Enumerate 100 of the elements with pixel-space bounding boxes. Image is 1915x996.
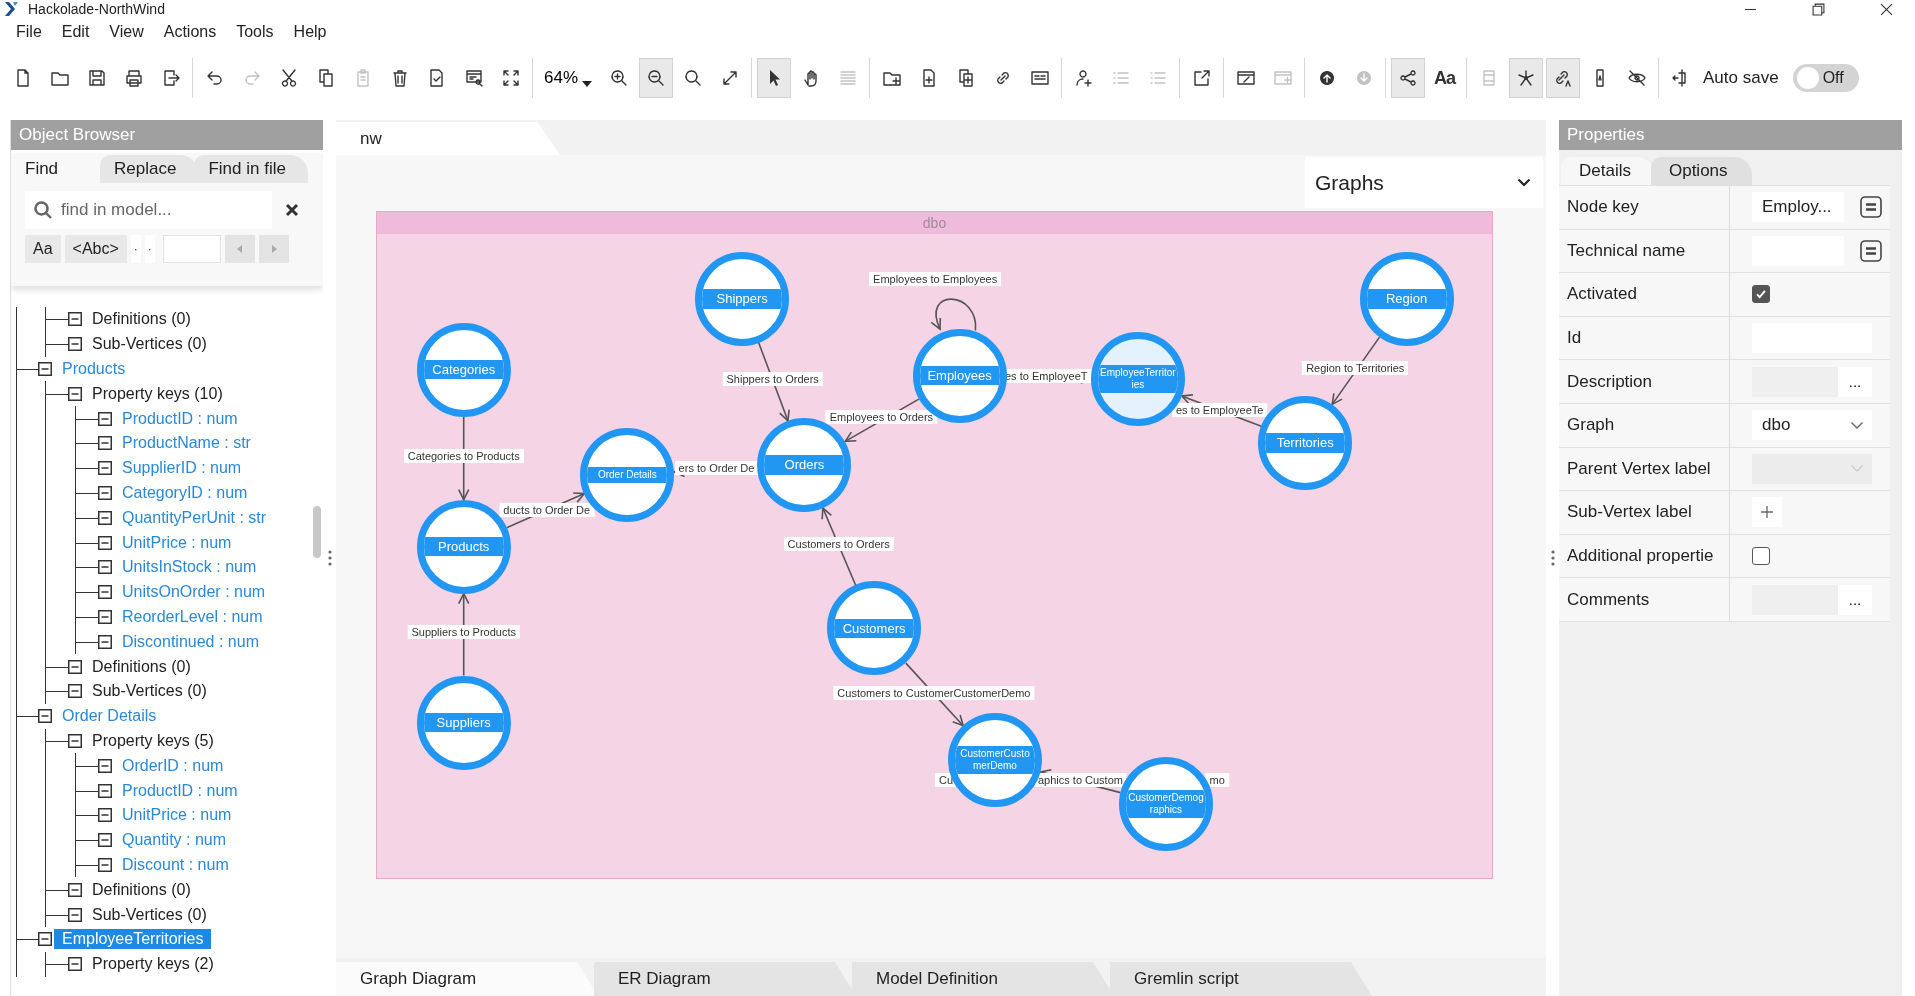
- tree-group-item[interactable]: Sub-Vertices (0): [92, 904, 207, 925]
- vertex-label: Orders: [764, 455, 845, 475]
- collapse-toggle[interactable]: [98, 436, 112, 451]
- list-icon[interactable]: [1860, 239, 1882, 262]
- tree-vertex-item[interactable]: EmployeeTerritories: [54, 929, 212, 950]
- tree-property-item[interactable]: OrderID : num: [122, 755, 224, 776]
- collapse-toggle[interactable]: [68, 684, 82, 699]
- document-tab[interactable]: nw: [336, 122, 560, 155]
- checkbox[interactable]: [1752, 547, 1770, 566]
- search-option-button[interactable]: ·: [130, 235, 141, 263]
- find-tab[interactable]: Find in file: [194, 155, 308, 183]
- collapse-toggle[interactable]: [38, 932, 52, 947]
- tree-property-item[interactable]: ProductID : num: [122, 408, 238, 429]
- menu-item[interactable]: Actions: [153, 23, 227, 41]
- more-button[interactable]: ...: [1838, 584, 1872, 615]
- tree-vertex-item[interactable]: Products: [62, 359, 126, 379]
- diagram-tab[interactable]: Gremlin script: [1110, 962, 1372, 996]
- vertex-label: Shippers: [702, 288, 783, 309]
- collapse-toggle[interactable]: [68, 733, 82, 748]
- collapse-toggle[interactable]: [98, 485, 112, 500]
- toolbar-button[interactable]: [1508, 58, 1543, 98]
- vertex-label: Region: [1366, 288, 1447, 309]
- collapse-toggle[interactable]: [98, 560, 112, 575]
- close-icon[interactable]: [1880, 2, 1893, 16]
- tree-group-item[interactable]: Definitions (0): [92, 309, 191, 330]
- input-field[interactable]: [162, 235, 221, 263]
- graphs-dropdown[interactable]: Graphs: [1305, 157, 1543, 208]
- menu-item[interactable]: View: [99, 23, 154, 41]
- collapse-toggle[interactable]: [68, 337, 82, 352]
- tree-property-item[interactable]: Quantity : num: [122, 830, 227, 851]
- collapse-toggle[interactable]: [98, 609, 112, 624]
- toolbar-button[interactable]: [1545, 58, 1580, 98]
- menu-item[interactable]: Tools: [226, 23, 284, 41]
- tree-property-item[interactable]: SupplierID : num: [122, 458, 242, 479]
- list-icon[interactable]: [1860, 196, 1882, 219]
- menu-item[interactable]: Edit: [51, 23, 100, 41]
- search-option-button[interactable]: Aa: [25, 235, 61, 263]
- toolbar-button[interactable]: [756, 58, 791, 98]
- search-option-button[interactable]: <Abc>: [64, 235, 127, 263]
- select-field[interactable]: dbo: [1752, 410, 1872, 441]
- collapse-toggle[interactable]: [98, 783, 112, 798]
- tree-property-item[interactable]: UnitsInStock : num: [122, 557, 257, 578]
- collapse-toggle[interactable]: [68, 312, 82, 327]
- collapse-toggle[interactable]: [68, 882, 82, 897]
- tree-property-item[interactable]: QuantityPerUnit : str: [122, 507, 267, 528]
- collapse-toggle[interactable]: [68, 907, 82, 922]
- toolbar-button[interactable]: [638, 58, 673, 98]
- tree-group-item[interactable]: Definitions (0): [92, 656, 191, 677]
- collapse-toggle[interactable]: [98, 510, 112, 525]
- font-style-button[interactable]: Aa: [1427, 58, 1462, 98]
- splitter-handle-icon[interactable]: [1550, 550, 1555, 566]
- tree-property-item[interactable]: CategoryID : num: [122, 482, 248, 503]
- menu-item[interactable]: Help: [283, 23, 337, 41]
- tree-group-item[interactable]: Definitions (0): [92, 879, 191, 900]
- search-option-button[interactable]: ·: [144, 235, 155, 263]
- tree-property-item[interactable]: UnitPrice : num: [122, 805, 232, 826]
- tree-property-item[interactable]: ProductID : num: [122, 780, 238, 801]
- collapse-toggle[interactable]: [98, 634, 112, 649]
- edge-label: ducts to Order De: [499, 503, 595, 517]
- collapse-toggle[interactable]: [68, 659, 82, 674]
- checkbox[interactable]: [1752, 285, 1770, 304]
- add-button[interactable]: [1752, 497, 1782, 528]
- tree-group-item[interactable]: Property keys (2): [92, 954, 214, 975]
- properties-tab[interactable]: Options: [1650, 157, 1752, 185]
- zoom-select[interactable]: 64%: [536, 58, 601, 98]
- scrollbar-thumb[interactable]: [313, 506, 321, 558]
- tree-group-item[interactable]: Sub-Vertices (0): [92, 681, 207, 702]
- collapse-toggle[interactable]: [38, 362, 52, 376]
- tree-group-item[interactable]: Property keys (10): [92, 383, 223, 404]
- menu-item[interactable]: File: [6, 23, 52, 41]
- collapse-toggle[interactable]: [68, 386, 82, 401]
- collapse-toggle[interactable]: [98, 461, 112, 476]
- autosave-toggle[interactable]: Off: [1792, 64, 1859, 92]
- clear-icon[interactable]: [284, 202, 300, 218]
- collapse-toggle[interactable]: [98, 857, 112, 872]
- search-field[interactable]: find in model...: [25, 191, 272, 229]
- tree-group-item[interactable]: Sub-Vertices (0): [92, 334, 207, 355]
- tree-group-item[interactable]: Property keys (5): [92, 730, 214, 751]
- edge-label: Shippers to Orders: [722, 372, 823, 387]
- input-field[interactable]: Employ...: [1752, 192, 1844, 223]
- maximize-icon[interactable]: [1812, 2, 1825, 16]
- more-button[interactable]: ...: [1838, 366, 1872, 397]
- vertex-label: Customers: [834, 618, 915, 639]
- collapse-toggle[interactable]: [98, 833, 112, 848]
- collapse-toggle[interactable]: [98, 585, 112, 600]
- toolbar-button[interactable]: [1390, 58, 1425, 98]
- tree-vertex-item[interactable]: Order Details: [62, 706, 157, 727]
- tree-property-item[interactable]: UnitsOnOrder : num: [122, 582, 266, 603]
- tree-property-item[interactable]: Discount : num: [122, 854, 229, 875]
- collapse-toggle[interactable]: [38, 709, 52, 724]
- tree-property-item[interactable]: ProductName : str: [122, 433, 251, 454]
- collapse-toggle[interactable]: [98, 808, 112, 823]
- tree-property-item[interactable]: Discontinued : num: [122, 631, 259, 652]
- tree-property-item[interactable]: UnitPrice : num: [122, 532, 232, 553]
- collapse-toggle[interactable]: [98, 411, 112, 426]
- collapse-toggle[interactable]: [98, 535, 112, 550]
- splitter-handle-icon[interactable]: [327, 550, 332, 566]
- collapse-toggle[interactable]: [68, 957, 82, 972]
- tree-property-item[interactable]: ReorderLevel : num: [122, 606, 263, 627]
- collapse-toggle[interactable]: [98, 758, 112, 773]
